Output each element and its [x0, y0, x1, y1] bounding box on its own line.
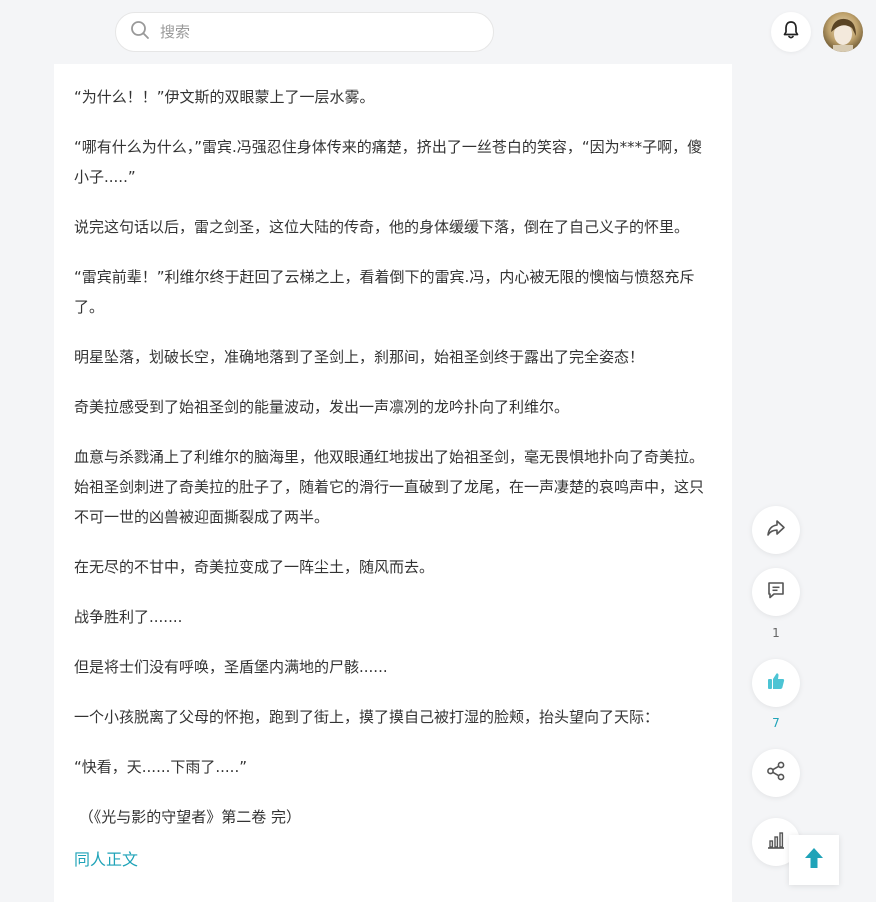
thumbs-up-icon	[765, 670, 787, 696]
comment-button[interactable]	[752, 568, 800, 616]
avatar[interactable]	[823, 12, 863, 52]
share-arrow-icon	[765, 517, 787, 543]
share-button[interactable]	[752, 749, 800, 797]
comment-count: 1	[772, 626, 780, 640]
article-paragraph: 奇美拉感受到了始祖圣剑的能量波动，发出一声凛冽的龙吟扑向了利维尔。	[74, 398, 570, 416]
article-paragraph: 血意与杀戮涌上了利维尔的脑海里，他双眼通红地拔出了始祖圣剑，毫无畏惧地扑向了奇美…	[74, 448, 705, 526]
article-content: “为什么！！”伊文斯的双眼蒙上了一层水雾。 “哪有什么为什么，”雷宾.冯强忍住身…	[54, 64, 732, 902]
like-button[interactable]	[752, 659, 800, 707]
comment-icon	[765, 579, 787, 605]
article-paragraph: 明星坠落，划破长空，准确地落到了圣剑上，刹那间，始祖圣剑终于露出了完全姿态！	[74, 348, 645, 366]
arrow-up-icon	[803, 846, 825, 874]
article-paragraph: “雷宾前辈！”利维尔终于赶回了云梯之上，看着倒下的雷宾.冯，内心被无限的懊恼与愤…	[74, 268, 695, 316]
share-network-icon	[765, 760, 787, 786]
article-paragraph: 一个小孩脱离了父母的怀抱，跑到了街上，摸了摸自己被打湿的脸颊，抬头望向了天际：	[74, 708, 660, 726]
search-input[interactable]	[160, 23, 460, 41]
article-paragraph: “哪有什么为什么，”雷宾.冯强忍住身体传来的痛楚，挤出了一丝苍白的笑容，“因为*…	[74, 138, 703, 186]
bar-chart-icon	[765, 829, 787, 855]
like-count: 7	[772, 716, 780, 730]
article-paragraph: 但是将士们没有呼唤，圣盾堡内满地的尸骸......	[74, 658, 388, 676]
back-to-top-button[interactable]	[789, 835, 839, 885]
notifications-button[interactable]	[771, 12, 811, 52]
article-paragraph: “快看，天......下雨了.....”	[74, 758, 247, 776]
search-icon	[130, 20, 150, 44]
search-box[interactable]	[115, 12, 494, 52]
article-paragraph: （《光与影的守望者》第二卷 完）	[74, 808, 302, 826]
article-paragraph: “为什么！！”伊文斯的双眼蒙上了一层水雾。	[74, 88, 375, 106]
bell-icon	[780, 19, 802, 45]
forward-button[interactable]	[752, 506, 800, 554]
article-paragraph: 说完这句话以后，雷之剑圣，这位大陆的传奇，他的身体缓缓下落，倒在了自己义子的怀里…	[74, 218, 690, 236]
tag-link[interactable]: 同人正文	[74, 846, 138, 870]
article-paragraph: 在无尽的不甘中，奇美拉变成了一阵尘土，随风而去。	[74, 558, 435, 576]
article-paragraph: 战争胜利了.......	[74, 608, 183, 626]
